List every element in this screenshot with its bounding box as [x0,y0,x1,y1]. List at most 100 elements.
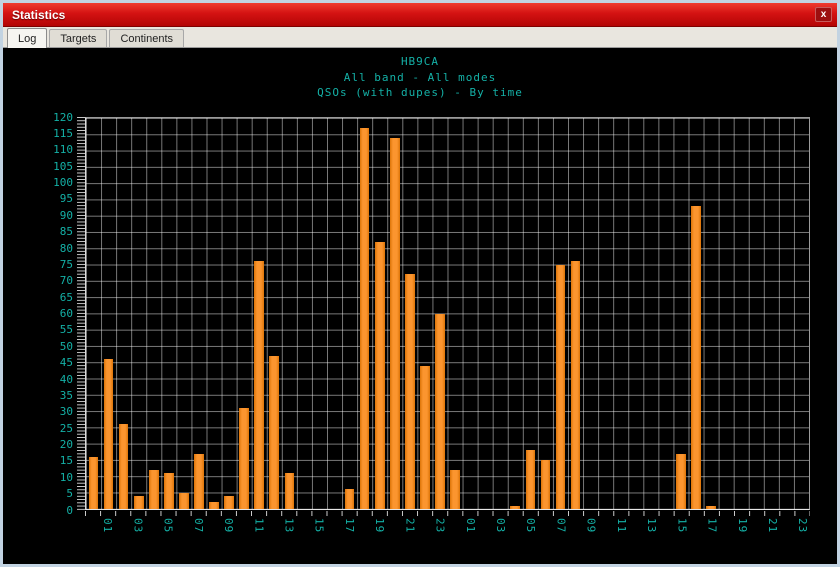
x-tick-cell: 11 [614,518,629,546]
y-tick-label: 80 [39,242,73,255]
x-tick-label: 21 [403,518,416,546]
x-tick-label: 03 [494,518,507,546]
titlebar[interactable]: Statistics x [3,3,837,27]
x-tick-cell [780,518,795,546]
statistics-window: Statistics x LogTargetsContinents HB9CA … [0,0,840,567]
hour-slot [131,118,146,509]
y-tick-label: 10 [39,471,73,484]
x-tick-cell [357,518,372,546]
qso-bar [571,261,581,509]
x-tick-cell: 01 [463,518,478,546]
qso-bar [194,454,204,509]
x-tick-label: 19 [373,518,386,546]
tab-continents[interactable]: Continents [109,29,184,47]
qso-bar [405,274,415,509]
x-tick-cell [417,518,432,546]
hour-slot [432,118,447,509]
x-tick-cell: 05 [161,518,176,546]
hour-slot [282,118,297,509]
hour-slot [734,118,749,509]
x-tick-cell [327,518,342,546]
x-tick-cell: 05 [523,518,538,546]
x-tick-cell [569,518,584,546]
x-tick-label: 17 [343,518,356,546]
qso-bar [526,450,536,509]
plot-grid [85,117,810,510]
qso-bar [89,457,99,509]
x-tick-cell: 09 [221,518,236,546]
x-tick-cell [206,518,221,546]
y-tick-label: 50 [39,340,73,353]
qso-bar [285,473,295,509]
hour-slot [191,118,206,509]
hour-slot [417,118,432,509]
x-tick-cell [236,518,251,546]
hour-slot [643,118,658,509]
y-tick-label: 25 [39,422,73,435]
hour-slot [372,118,387,509]
hour-slot [704,118,719,509]
y-tick-label: 90 [39,209,73,222]
x-tick-cell: 21 [765,518,780,546]
hour-slot [493,118,508,509]
hour-slot [387,118,402,509]
tab-targets[interactable]: Targets [49,29,107,47]
qso-bar [691,206,701,509]
y-axis-minor-ticks [77,117,85,510]
x-tick-cell [387,518,402,546]
y-tick-label: 45 [39,356,73,369]
qso-bar [706,506,716,509]
hour-slot [478,118,493,509]
hour-slot [297,118,312,509]
x-tick-cell [266,518,281,546]
y-tick-label: 75 [39,258,73,271]
qso-bar [164,473,174,509]
hour-slot [764,118,779,509]
hour-slot [161,118,176,509]
hour-slot [523,118,538,509]
y-tick-label: 15 [39,454,73,467]
x-tick-cell: 23 [795,518,810,546]
hour-slot [176,118,191,509]
hour-slot [673,118,688,509]
x-tick-cell: 11 [251,518,266,546]
qso-bar [134,496,144,509]
hour-slot [101,118,116,509]
x-tick-cell: 07 [553,518,568,546]
qso-bar [676,454,686,509]
x-tick-cell [448,518,463,546]
x-tick-label: 15 [313,518,326,546]
x-tick-cell: 09 [584,518,599,546]
x-tick-cell: 15 [312,518,327,546]
hour-slot [327,118,342,509]
x-tick-label: 09 [222,518,235,546]
qso-bar [209,502,219,509]
x-tick-label: 03 [131,518,144,546]
tab-log[interactable]: Log [7,28,47,48]
hour-slot [628,118,643,509]
y-tick-label: 30 [39,405,73,418]
x-tick-label: 07 [554,518,567,546]
qso-bar [541,460,551,509]
hour-slot [689,118,704,509]
x-tick-cell [297,518,312,546]
x-tick-label: 13 [282,518,295,546]
x-tick-cell: 19 [735,518,750,546]
hour-slot [86,118,101,509]
hour-slot [312,118,327,509]
x-tick-cell: 13 [644,518,659,546]
qso-bar [149,470,159,509]
x-tick-label: 17 [706,518,719,546]
x-tick-cell [538,518,553,546]
x-tick-cell: 15 [674,518,689,546]
qso-bar [375,242,385,509]
window-title: Statistics [12,8,815,22]
close-button[interactable]: x [815,7,832,22]
x-tick-cell [145,518,160,546]
hour-slot [719,118,734,509]
y-tick-label: 35 [39,389,73,402]
y-tick-label: 20 [39,438,73,451]
x-axis-ticks [85,511,810,516]
bars-container [86,118,809,509]
hour-slot [116,118,131,509]
